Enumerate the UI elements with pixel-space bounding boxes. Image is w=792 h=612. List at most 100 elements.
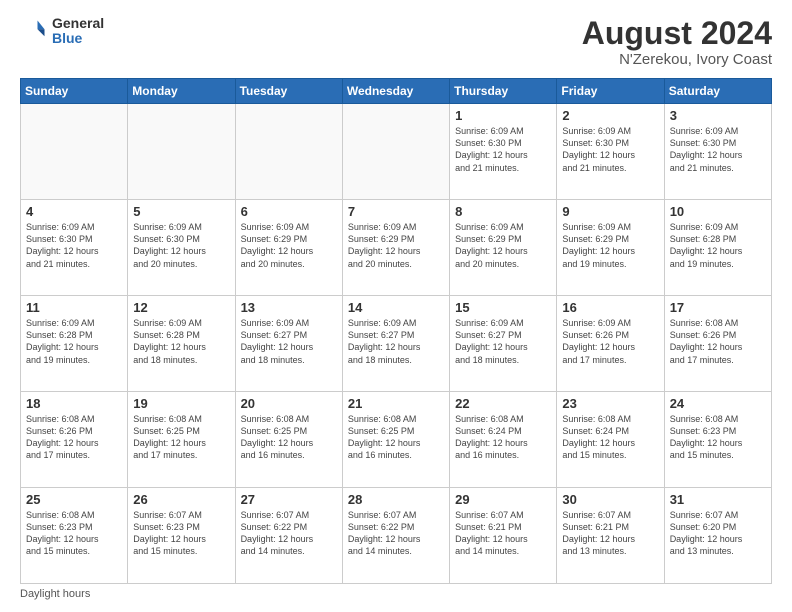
page: General Blue August 2024 N'Zerekou, Ivor… bbox=[0, 0, 792, 612]
day-number: 23 bbox=[562, 396, 658, 411]
day-info: Sunrise: 6:07 AM Sunset: 6:20 PM Dayligh… bbox=[670, 509, 766, 558]
title-block: August 2024 N'Zerekou, Ivory Coast bbox=[582, 16, 772, 68]
calendar-cell bbox=[128, 104, 235, 200]
calendar-cell: 5 Sunrise: 6:09 AM Sunset: 6:30 PM Daylig… bbox=[128, 200, 235, 296]
logo-blue-text: Blue bbox=[52, 31, 104, 46]
day-number: 22 bbox=[455, 396, 551, 411]
weekday-header: Saturday bbox=[664, 79, 771, 104]
calendar-cell: 19 Sunrise: 6:08 AM Sunset: 6:25 PM Dayli… bbox=[128, 392, 235, 488]
day-info: Sunrise: 6:09 AM Sunset: 6:28 PM Dayligh… bbox=[133, 317, 229, 366]
day-info: Sunrise: 6:07 AM Sunset: 6:22 PM Dayligh… bbox=[348, 509, 444, 558]
weekday-header: Sunday bbox=[21, 79, 128, 104]
day-number: 19 bbox=[133, 396, 229, 411]
day-info: Sunrise: 6:09 AM Sunset: 6:26 PM Dayligh… bbox=[562, 317, 658, 366]
day-number: 25 bbox=[26, 492, 122, 507]
calendar-cell: 20 Sunrise: 6:08 AM Sunset: 6:25 PM Dayli… bbox=[235, 392, 342, 488]
weekday-header: Tuesday bbox=[235, 79, 342, 104]
calendar-cell: 2Sunrise: 6:09 AM Sunset: 6:30 PM Daylig… bbox=[557, 104, 664, 200]
day-info: Sunrise: 6:09 AM Sunset: 6:29 PM Dayligh… bbox=[562, 221, 658, 270]
day-number: 24 bbox=[670, 396, 766, 411]
day-number: 26 bbox=[133, 492, 229, 507]
calendar-cell: 25 Sunrise: 6:08 AM Sunset: 6:23 PM Dayli… bbox=[21, 488, 128, 584]
day-number: 5 bbox=[133, 204, 229, 219]
day-number: 21 bbox=[348, 396, 444, 411]
calendar-cell bbox=[235, 104, 342, 200]
day-number: 14 bbox=[348, 300, 444, 315]
day-info: Sunrise: 6:08 AM Sunset: 6:23 PM Dayligh… bbox=[670, 413, 766, 462]
day-number: 2 bbox=[562, 108, 658, 123]
footer-note: Daylight hours bbox=[20, 588, 772, 600]
calendar-cell: 30Sunrise: 6:07 AM Sunset: 6:21 PM Dayli… bbox=[557, 488, 664, 584]
calendar-cell: 6 Sunrise: 6:09 AM Sunset: 6:29 PM Daylig… bbox=[235, 200, 342, 296]
weekday-header: Monday bbox=[128, 79, 235, 104]
day-info: Sunrise: 6:08 AM Sunset: 6:26 PM Dayligh… bbox=[26, 413, 122, 462]
day-info: Sunrise: 6:08 AM Sunset: 6:23 PM Dayligh… bbox=[26, 509, 122, 558]
calendar-cell: 27 Sunrise: 6:07 AM Sunset: 6:22 PM Dayli… bbox=[235, 488, 342, 584]
logo-general-text: General bbox=[52, 16, 104, 31]
day-number: 10 bbox=[670, 204, 766, 219]
day-number: 29 bbox=[455, 492, 551, 507]
calendar-cell: 1Sunrise: 6:09 AM Sunset: 6:30 PM Daylig… bbox=[450, 104, 557, 200]
day-number: 6 bbox=[241, 204, 337, 219]
day-info: Sunrise: 6:08 AM Sunset: 6:24 PM Dayligh… bbox=[455, 413, 551, 462]
day-info: Sunrise: 6:09 AM Sunset: 6:30 PM Dayligh… bbox=[26, 221, 122, 270]
day-number: 15 bbox=[455, 300, 551, 315]
calendar-cell: 16 Sunrise: 6:09 AM Sunset: 6:26 PM Dayli… bbox=[557, 296, 664, 392]
day-number: 12 bbox=[133, 300, 229, 315]
day-number: 28 bbox=[348, 492, 444, 507]
day-info: Sunrise: 6:09 AM Sunset: 6:29 PM Dayligh… bbox=[241, 221, 337, 270]
day-info: Sunrise: 6:09 AM Sunset: 6:29 PM Dayligh… bbox=[455, 221, 551, 270]
day-info: Sunrise: 6:09 AM Sunset: 6:27 PM Dayligh… bbox=[241, 317, 337, 366]
header: General Blue August 2024 N'Zerekou, Ivor… bbox=[20, 16, 772, 68]
calendar-week-row: 11 Sunrise: 6:09 AM Sunset: 6:28 PM Dayli… bbox=[21, 296, 772, 392]
calendar-cell: 28 Sunrise: 6:07 AM Sunset: 6:22 PM Dayli… bbox=[342, 488, 449, 584]
main-title: August 2024 bbox=[582, 16, 772, 51]
day-number: 30 bbox=[562, 492, 658, 507]
calendar-week-row: 4Sunrise: 6:09 AM Sunset: 6:30 PM Daylig… bbox=[21, 200, 772, 296]
calendar-cell: 18Sunrise: 6:08 AM Sunset: 6:26 PM Dayli… bbox=[21, 392, 128, 488]
calendar-cell: 23Sunrise: 6:08 AM Sunset: 6:24 PM Dayli… bbox=[557, 392, 664, 488]
calendar-cell: 7Sunrise: 6:09 AM Sunset: 6:29 PM Daylig… bbox=[342, 200, 449, 296]
calendar-cell: 14Sunrise: 6:09 AM Sunset: 6:27 PM Dayli… bbox=[342, 296, 449, 392]
calendar-cell: 8 Sunrise: 6:09 AM Sunset: 6:29 PM Daylig… bbox=[450, 200, 557, 296]
day-info: Sunrise: 6:08 AM Sunset: 6:26 PM Dayligh… bbox=[670, 317, 766, 366]
calendar-cell bbox=[342, 104, 449, 200]
day-info: Sunrise: 6:08 AM Sunset: 6:25 PM Dayligh… bbox=[348, 413, 444, 462]
weekday-header: Thursday bbox=[450, 79, 557, 104]
day-number: 9 bbox=[562, 204, 658, 219]
calendar-cell: 3Sunrise: 6:09 AM Sunset: 6:30 PM Daylig… bbox=[664, 104, 771, 200]
calendar-week-row: 25 Sunrise: 6:08 AM Sunset: 6:23 PM Dayli… bbox=[21, 488, 772, 584]
calendar-table: SundayMondayTuesdayWednesdayThursdayFrid… bbox=[20, 78, 772, 584]
calendar-cell: 22 Sunrise: 6:08 AM Sunset: 6:24 PM Dayli… bbox=[450, 392, 557, 488]
calendar-body: 1Sunrise: 6:09 AM Sunset: 6:30 PM Daylig… bbox=[21, 104, 772, 584]
day-info: Sunrise: 6:07 AM Sunset: 6:22 PM Dayligh… bbox=[241, 509, 337, 558]
day-info: Sunrise: 6:09 AM Sunset: 6:30 PM Dayligh… bbox=[455, 125, 551, 174]
day-info: Sunrise: 6:09 AM Sunset: 6:30 PM Dayligh… bbox=[670, 125, 766, 174]
logo-text: General Blue bbox=[52, 16, 104, 47]
calendar-cell: 9 Sunrise: 6:09 AM Sunset: 6:29 PM Daylig… bbox=[557, 200, 664, 296]
calendar-cell: 26 Sunrise: 6:07 AM Sunset: 6:23 PM Dayli… bbox=[128, 488, 235, 584]
logo: General Blue bbox=[20, 16, 104, 47]
day-info: Sunrise: 6:07 AM Sunset: 6:21 PM Dayligh… bbox=[455, 509, 551, 558]
day-info: Sunrise: 6:08 AM Sunset: 6:25 PM Dayligh… bbox=[241, 413, 337, 462]
calendar-cell: 12 Sunrise: 6:09 AM Sunset: 6:28 PM Dayli… bbox=[128, 296, 235, 392]
day-info: Sunrise: 6:08 AM Sunset: 6:25 PM Dayligh… bbox=[133, 413, 229, 462]
calendar-cell bbox=[21, 104, 128, 200]
calendar-cell: 11 Sunrise: 6:09 AM Sunset: 6:28 PM Dayli… bbox=[21, 296, 128, 392]
calendar-header: SundayMondayTuesdayWednesdayThursdayFrid… bbox=[21, 79, 772, 104]
day-number: 31 bbox=[670, 492, 766, 507]
sub-title: N'Zerekou, Ivory Coast bbox=[582, 51, 772, 68]
day-info: Sunrise: 6:09 AM Sunset: 6:30 PM Dayligh… bbox=[133, 221, 229, 270]
day-number: 20 bbox=[241, 396, 337, 411]
day-number: 13 bbox=[241, 300, 337, 315]
day-number: 27 bbox=[241, 492, 337, 507]
day-number: 16 bbox=[562, 300, 658, 315]
calendar-cell: 21 Sunrise: 6:08 AM Sunset: 6:25 PM Dayli… bbox=[342, 392, 449, 488]
day-number: 8 bbox=[455, 204, 551, 219]
calendar-cell: 15Sunrise: 6:09 AM Sunset: 6:27 PM Dayli… bbox=[450, 296, 557, 392]
day-info: Sunrise: 6:09 AM Sunset: 6:28 PM Dayligh… bbox=[670, 221, 766, 270]
day-info: Sunrise: 6:07 AM Sunset: 6:23 PM Dayligh… bbox=[133, 509, 229, 558]
day-info: Sunrise: 6:09 AM Sunset: 6:28 PM Dayligh… bbox=[26, 317, 122, 366]
calendar-cell: 24 Sunrise: 6:08 AM Sunset: 6:23 PM Dayli… bbox=[664, 392, 771, 488]
day-number: 11 bbox=[26, 300, 122, 315]
